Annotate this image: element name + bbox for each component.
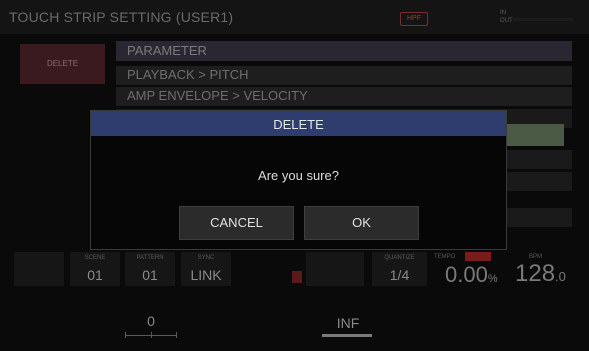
level-meter [513, 18, 573, 21]
parameter-row-label: AMP ENVELOPE > VELOCITY [127, 88, 308, 103]
slider-tick [125, 332, 126, 338]
right-knob-slider[interactable] [322, 334, 372, 337]
bpm-value[interactable]: 128.0 [515, 260, 566, 288]
dialog-header: DELETE [91, 111, 506, 136]
scene-cell[interactable]: SCENE 01 [70, 252, 120, 286]
scene-value: 01 [87, 267, 103, 283]
delete-confirm-dialog: DELETE Are you sure? CANCEL OK [90, 110, 507, 250]
cancel-button[interactable]: CANCEL [179, 206, 294, 240]
touch-strip-setting-screen: TOUCH STRIP SETTING (USER1) HPF IN OUT DE… [0, 0, 589, 351]
dialog-title: DELETE [273, 117, 324, 132]
bpm-number: 128 [515, 260, 556, 287]
in-out-label: IN OUT [500, 10, 513, 24]
tempo-label: TEMPO [434, 254, 456, 260]
parameter-row[interactable]: PLAYBACK > PITCH [116, 66, 572, 85]
status-cell[interactable] [306, 252, 364, 286]
quantize-value: 1/4 [389, 267, 410, 283]
pattern-label: PATTERN [136, 255, 164, 261]
sync-value: LINK [190, 267, 222, 283]
record-indicator [292, 271, 302, 283]
pattern-value: 01 [142, 267, 158, 283]
quantize-label: QUANTIZE [384, 255, 415, 261]
left-knob-value[interactable]: 0 [121, 313, 181, 329]
tempo-value[interactable]: 0.00% [445, 262, 498, 288]
parameter-row-label: PLAYBACK > PITCH [127, 67, 249, 82]
tempo-range-badge [465, 252, 491, 261]
parameter-header: PARAMETER [116, 41, 572, 61]
tempo-number: 0.00 [445, 262, 488, 287]
slider-tick [151, 332, 152, 338]
parameter-header-label: PARAMETER [127, 43, 207, 58]
ok-button[interactable]: OK [304, 206, 419, 240]
sync-cell[interactable]: SYNC LINK [181, 252, 231, 286]
scene-label: SCENE [84, 255, 106, 261]
sync-label: SYNC [197, 255, 215, 261]
track-cell[interactable] [14, 252, 64, 286]
quantize-cell[interactable]: QUANTIZE 1/4 [372, 252, 427, 286]
title-bar: TOUCH STRIP SETTING (USER1) HPF IN OUT [0, 0, 589, 34]
delete-side-button[interactable]: DELETE [20, 44, 105, 84]
hpf-badge: HPF [400, 12, 428, 26]
screen-title: TOUCH STRIP SETTING (USER1) [9, 9, 234, 25]
parameter-row[interactable]: AMP ENVELOPE > VELOCITY [116, 87, 572, 106]
tempo-unit: % [487, 273, 498, 285]
right-knob-value[interactable]: INF [318, 315, 378, 331]
dialog-message: Are you sure? [258, 168, 339, 183]
pattern-cell[interactable]: PATTERN 01 [125, 252, 175, 286]
slider-tick [176, 332, 177, 338]
bpm-decimal: .0 [555, 269, 566, 284]
selected-slot-indicator[interactable] [507, 124, 564, 146]
